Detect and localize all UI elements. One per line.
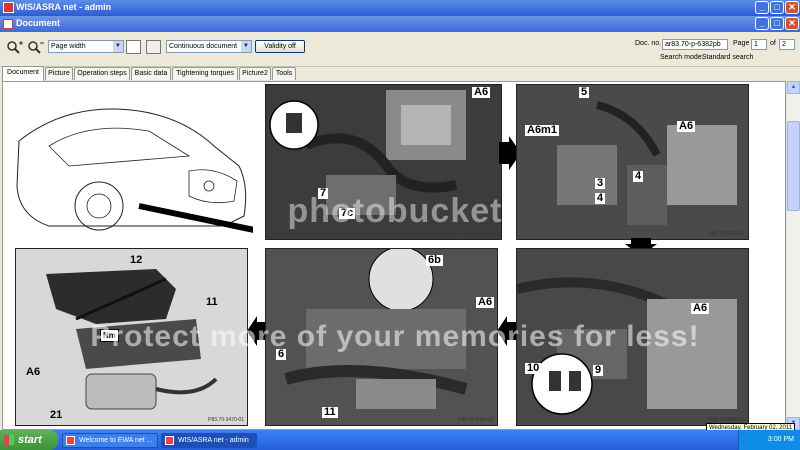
reservoir-illustration [16, 249, 247, 425]
callout-label: 7c [339, 207, 356, 219]
callout-label: 12 [130, 254, 143, 266]
scroll-up-icon[interactable]: ▲ [787, 81, 800, 94]
start-label: start [18, 434, 42, 446]
clock[interactable]: 3:00 PM [768, 436, 794, 443]
document-title: Document [16, 18, 61, 28]
taskbar-item[interactable]: Welcome to EWA net ... [62, 433, 158, 448]
vertical-scrollbar[interactable]: ▲ ▼ [786, 81, 800, 430]
document-icon [3, 19, 13, 29]
torque-badge: Nm [100, 329, 119, 342]
taskbar-item-label: WIS/ASRA net - admin [178, 437, 249, 444]
tab-tools[interactable]: Tools [272, 67, 296, 80]
windows-logo-icon [4, 435, 14, 445]
browser-icon [66, 436, 75, 445]
taskbar: start Welcome to EWA net ... WIS/ASRA ne… [0, 430, 800, 450]
figure-bottom-left: 12 11 Nm A6 21 P83.70-3470-01 [15, 248, 248, 426]
taskbar-item[interactable]: WIS/ASRA net - admin [161, 433, 257, 448]
doc-maximize-button[interactable]: □ [770, 17, 784, 30]
app-icon [3, 2, 14, 13]
app-titlebar[interactable]: WIS/ASRA net - admin _ □ ✕ [0, 0, 800, 16]
callout-label: 3 [595, 177, 606, 189]
figure-bottom-middle: 6b A6 6 11 P83.70-3469-01 [265, 248, 498, 426]
callout-label: 6 [276, 348, 287, 360]
tab-basic-data[interactable]: Basic data [131, 67, 171, 80]
arrow-left-icon [497, 316, 517, 346]
callout-label: A6 [691, 302, 710, 314]
callout-label: 11 [322, 406, 338, 418]
app-title: WIS/ASRA net - admin [16, 2, 112, 12]
zoom-mode-value: Page width [51, 43, 86, 50]
callout-label: A6 [476, 296, 495, 308]
callout-label: A6m1 [525, 124, 559, 136]
view-mode-select[interactable]: Continuous document ▼ [166, 40, 252, 53]
close-button[interactable]: ✕ [785, 1, 799, 14]
doc-close-button[interactable]: ✕ [785, 17, 799, 30]
engine-photo [266, 249, 497, 425]
tab-picture[interactable]: Picture [45, 67, 73, 80]
figure-ref: P83.70-3461-01 [709, 231, 745, 237]
page-label: Page [733, 40, 750, 47]
callout-label: 21 [50, 409, 63, 421]
search-mode-value[interactable]: Standard search [700, 53, 795, 64]
tab-operation-steps[interactable]: Operation steps [74, 67, 130, 80]
car-illustration [16, 108, 253, 233]
callout-label: 10 [525, 362, 542, 374]
chevron-down-icon: ▼ [113, 41, 123, 52]
figure-ref: P83.70-3470-01 [208, 417, 244, 423]
taskbar-item-label: Welcome to EWA net ... [79, 437, 153, 444]
document-titlebar[interactable]: Document _ □ ✕ [0, 16, 800, 32]
single-page-icon[interactable] [126, 40, 141, 54]
callout-label: 11 [206, 296, 218, 308]
of-label: of [770, 40, 776, 47]
view-mode-value: Continuous document [169, 43, 238, 50]
figure-car-drawing [9, 86, 253, 240]
figure-bottom-right: A6 10 9 P83.70-3468-01 [516, 248, 749, 426]
minimize-button[interactable]: _ [755, 1, 769, 14]
callout-label: A6 [26, 366, 41, 378]
callout-label: 4 [595, 192, 606, 204]
zoom-in-icon[interactable] [6, 40, 24, 54]
tab-document[interactable]: Document [2, 66, 44, 81]
engine-photo [266, 85, 501, 239]
chevron-down-icon: ▼ [241, 41, 251, 52]
app-icon [165, 436, 174, 445]
callout-label: 6b [426, 254, 443, 266]
page-field[interactable]: 1 [751, 39, 767, 50]
callout-label: 9 [593, 364, 604, 376]
tab-tightening-torques[interactable]: Tightening torques [172, 67, 238, 80]
callout-label: A6 [677, 120, 696, 132]
figure-top-right: 5 A6m1 A6 3 4 4 P83.70-3461-01 [516, 84, 749, 240]
callout-label: 7 [318, 187, 329, 199]
scroll-thumb[interactable] [787, 121, 800, 211]
callout-label: 4 [633, 170, 644, 182]
maximize-button[interactable]: □ [770, 1, 784, 14]
engine-photo [517, 85, 748, 239]
figure-top-middle: A6 7 7c P83.70-3460-01 [265, 84, 502, 240]
toolbar: Page width ▼ Continuous document ▼ Valid… [0, 32, 800, 67]
zoom-mode-select[interactable]: Page width ▼ [48, 40, 124, 53]
print-icon[interactable] [146, 40, 161, 54]
start-button[interactable]: start [0, 430, 58, 450]
tab-picture2[interactable]: Picture2 [239, 67, 271, 80]
doc-no-label: Doc. no. [635, 40, 662, 47]
validity-button[interactable]: Validity off [255, 40, 305, 53]
search-mode-label: Search mode: [660, 54, 704, 61]
doc-no-field[interactable]: ar83.70-p-6382pb [662, 39, 728, 50]
document-viewer[interactable]: A6 7 7c P83.70-3460-01 5 A6m1 A6 3 4 4 P… [2, 81, 786, 430]
engine-photo [517, 249, 748, 425]
arrow-left-icon [247, 316, 267, 346]
figure-ref: P83.70-3460-01 [462, 231, 498, 237]
zoom-out-icon[interactable] [27, 40, 45, 54]
system-tray[interactable]: 3:00 PM [738, 430, 800, 450]
callout-label: 5 [579, 86, 590, 98]
figure-ref: P83.70-3469-01 [458, 417, 494, 423]
doc-minimize-button[interactable]: _ [755, 17, 769, 30]
callout-label: A6 [472, 86, 491, 98]
page-total: 2 [779, 39, 795, 50]
